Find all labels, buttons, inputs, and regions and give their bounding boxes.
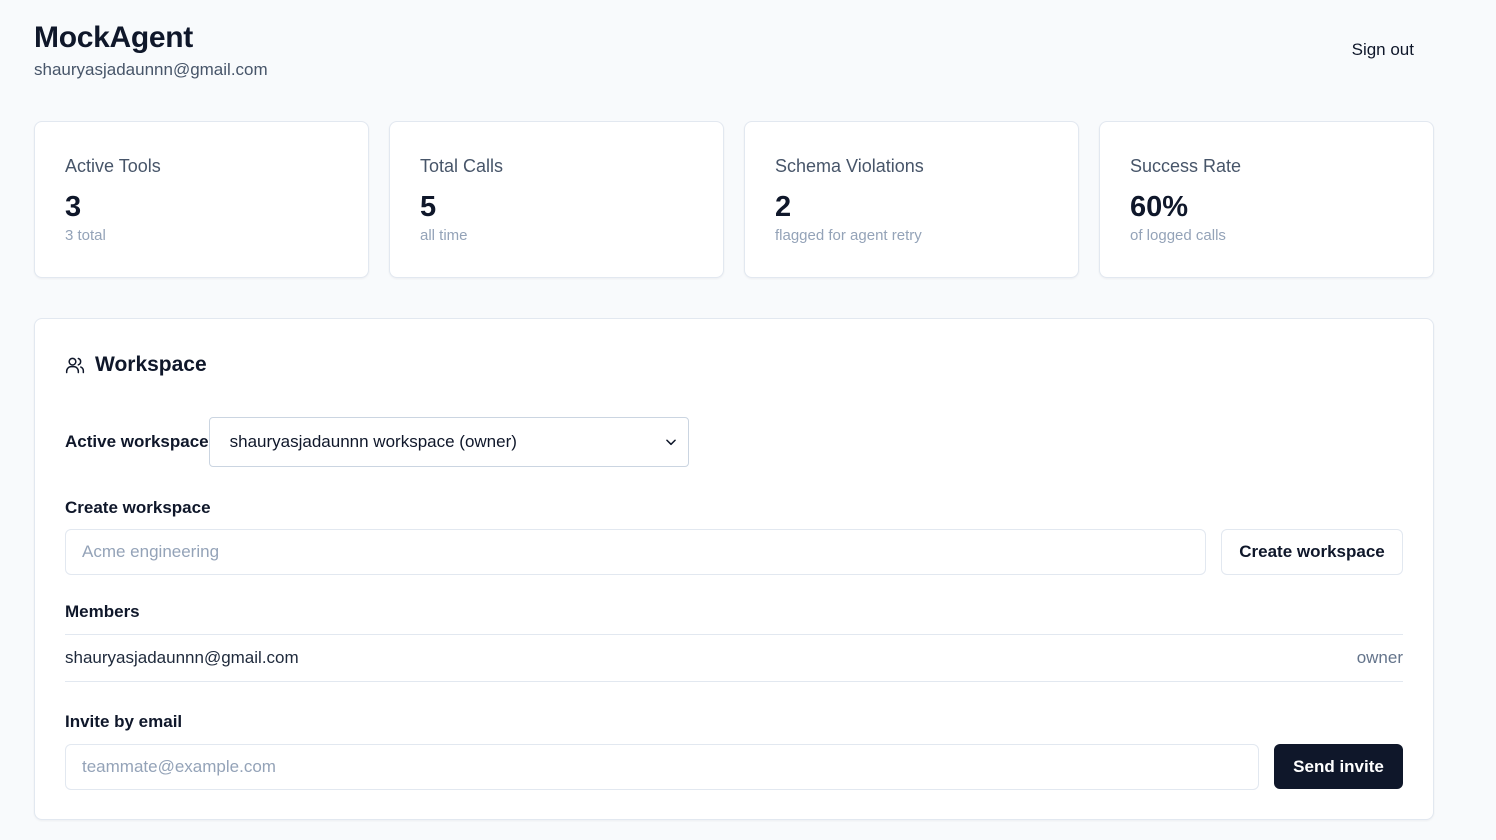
stat-value: 60%: [1130, 191, 1189, 223]
stat-card-schema-violations: Schema Violations 2 flagged for agent re…: [744, 121, 1079, 278]
stat-card-success-rate: Success Rate 60% of logged calls: [1099, 121, 1434, 278]
stat-value: 5: [420, 191, 437, 223]
stat-card-total-calls: Total Calls 5 all time: [389, 121, 724, 278]
send-invite-button[interactable]: Send invite: [1274, 744, 1403, 789]
stat-label: Active Tools: [65, 156, 161, 176]
sign-out-button[interactable]: Sign out: [1352, 36, 1414, 64]
create-workspace-label: Create workspace: [65, 498, 211, 517]
stat-subtext: 3 total: [65, 227, 106, 244]
member-role: owner: [1356, 648, 1403, 667]
invite-label: Invite by email: [65, 712, 183, 731]
workspace-title: Workspace: [95, 353, 207, 376]
create-workspace-input[interactable]: [65, 529, 1206, 575]
page-header: MockAgent shauryasjadaunnn@gmail.com Sig…: [34, 20, 1434, 84]
user-email: shauryasjadaunnn@gmail.com: [34, 60, 268, 79]
invite-email-input[interactable]: [65, 744, 1259, 790]
members-label: Members: [65, 602, 140, 621]
workspace-panel: Workspace Active workspace shauryasjadau…: [34, 318, 1434, 820]
stat-card-active-tools: Active Tools 3 3 total: [34, 121, 369, 278]
stat-subtext: all time: [420, 227, 468, 244]
active-workspace-select[interactable]: shauryasjadaunnn workspace (owner): [208, 417, 689, 467]
stat-value: 3: [65, 191, 82, 223]
stat-subtext: flagged for agent retry: [775, 227, 922, 244]
users-icon: [65, 355, 85, 375]
stats-row: Active Tools 3 3 total Total Calls 5 all…: [34, 121, 1434, 278]
workspace-header: Workspace: [65, 353, 207, 377]
stat-label: Total Calls: [420, 156, 504, 176]
active-workspace-row: Active workspace shauryasjadaunnn worksp…: [65, 417, 689, 467]
stat-label: Success Rate: [1130, 156, 1242, 176]
active-workspace-label: Active workspace: [65, 432, 209, 451]
list-item: shauryasjadaunnn@gmail.com owner: [65, 635, 1403, 681]
chevron-down-icon: [664, 435, 678, 449]
stat-subtext: of logged calls: [1130, 227, 1226, 244]
app-title: MockAgent: [34, 21, 193, 54]
member-email: shauryasjadaunnn@gmail.com: [65, 648, 299, 667]
active-workspace-value: shauryasjadaunnn workspace (owner): [229, 432, 517, 451]
stat-label: Schema Violations: [775, 156, 924, 176]
stat-value: 2: [775, 191, 792, 223]
create-workspace-button[interactable]: Create workspace: [1221, 529, 1403, 575]
members-list: shauryasjadaunnn@gmail.com owner: [65, 634, 1403, 682]
